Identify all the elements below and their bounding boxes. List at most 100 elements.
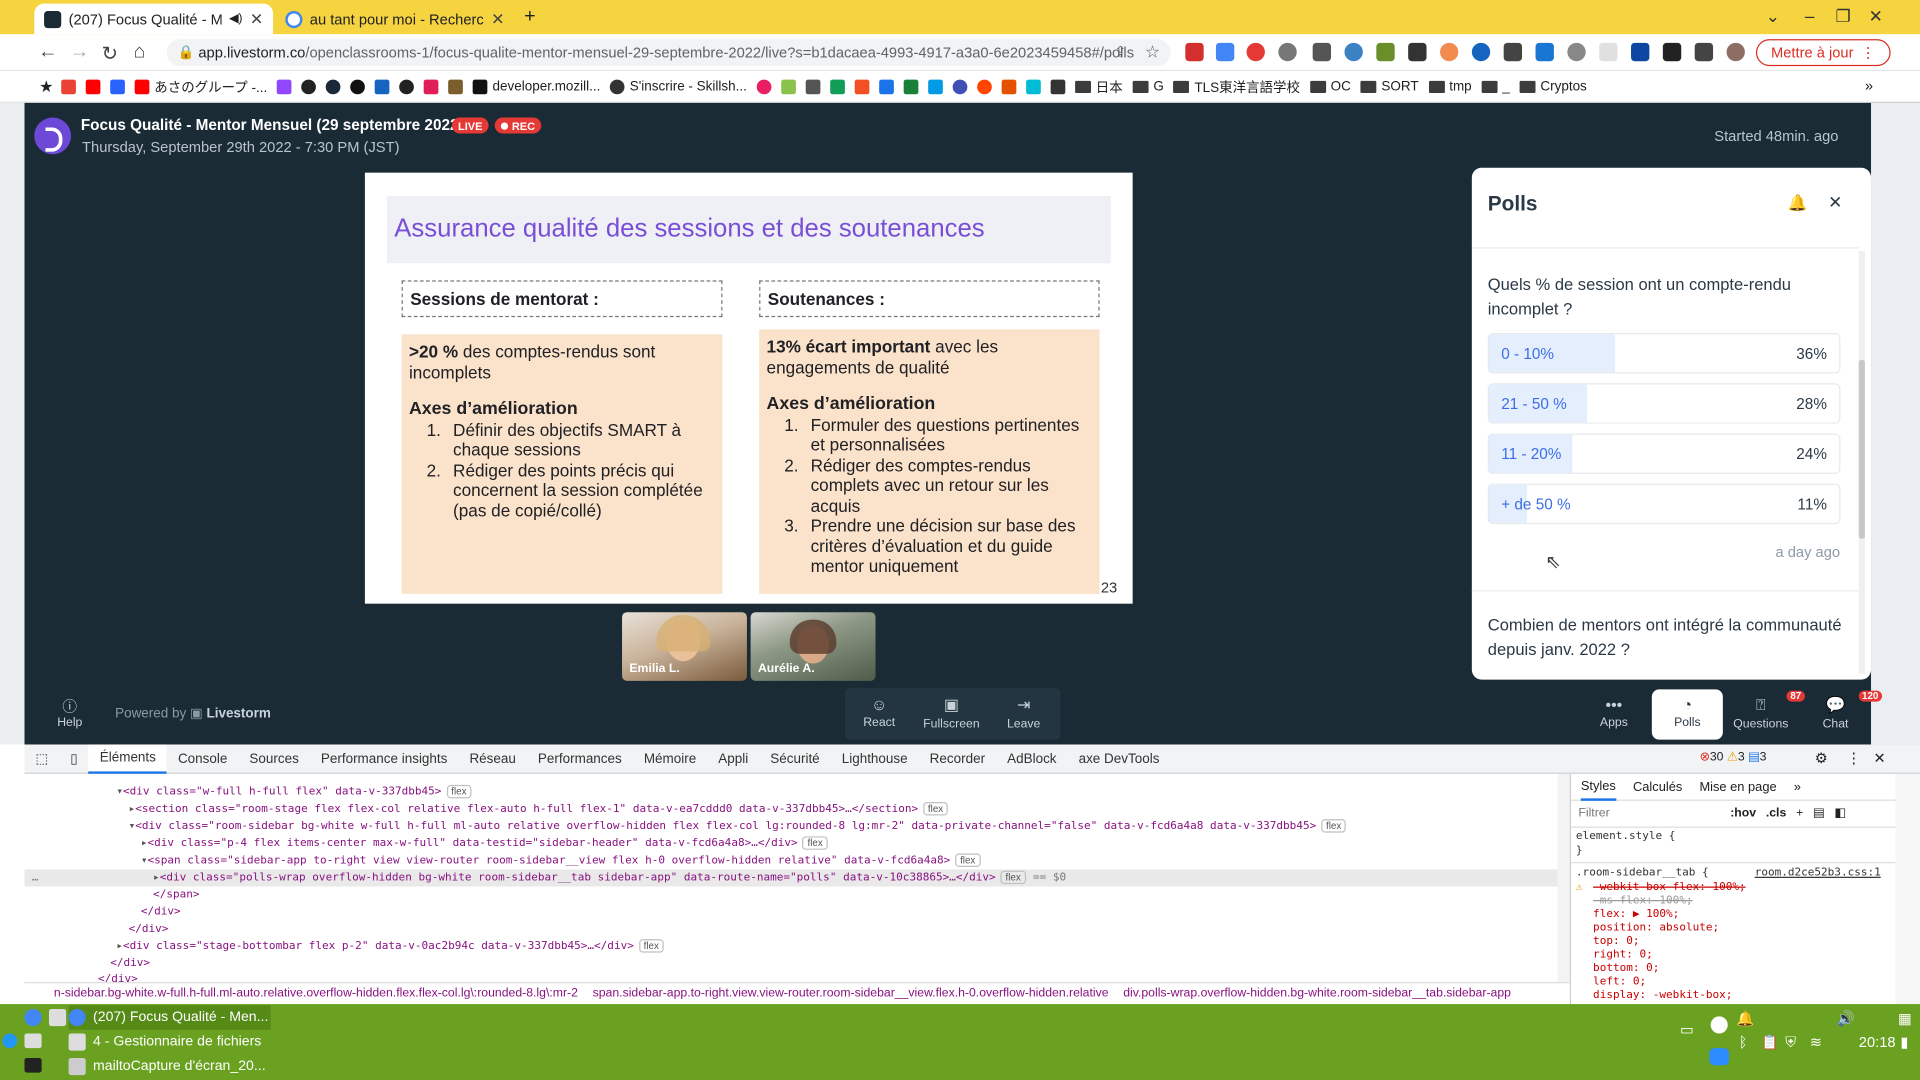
tab-close-icon[interactable]: ✕ [250,9,263,29]
tab-search-icon[interactable]: ⌄ [1766,6,1780,27]
questions-button[interactable]: ⍰ 87 Questions [1731,690,1805,731]
youtube-bookmark-icon[interactable] [85,78,101,94]
dom-node[interactable]: </span> [153,889,199,901]
styles-scrollbar[interactable] [1895,773,1920,1005]
browser-tab-livestorm[interactable]: (207) Focus Qualité - Mentor Mensuel ◀) … [34,3,274,35]
cls-toggle[interactable]: .cls [1766,807,1786,820]
dom-node[interactable]: ▸<div class="p-4 flex items-center max-w… [141,836,828,850]
home-icon[interactable]: ⌂ [133,42,145,64]
tab-performance-insights[interactable]: Performance insights [310,744,459,773]
close-window-icon[interactable]: ✕ [1869,6,1883,27]
tab-axe-devtools[interactable]: axe DevTools [1068,744,1171,773]
toggle-sidebar-icon[interactable]: ◧ [1834,807,1846,820]
bookmark-star-icon[interactable]: ☆ [1145,42,1160,63]
computed-sidebar-icon[interactable]: ▤ [1813,807,1825,820]
devtools-issue-counters[interactable]: ⊗30 ⚠3 ▤3 [1700,751,1767,764]
bookmark-icon[interactable] [110,78,125,94]
bookmark-icon[interactable] [1050,78,1066,94]
share-icon[interactable]: ⇪ [1114,43,1126,60]
inspect-icon[interactable]: ⬚ [24,744,59,773]
devtools-menu-icon[interactable]: ⋮ [1847,749,1862,766]
shield-icon[interactable]: ⛨ [1785,1033,1796,1051]
tab-security[interactable]: Sécurité [759,744,830,773]
more-tabs-icon[interactable]: » [1794,779,1801,794]
more-bookmarks-icon[interactable]: » [1865,77,1873,94]
gmail-bookmark-icon[interactable] [61,78,76,94]
rule-source-link[interactable]: room.d2ce52b3.css:1 [1755,867,1881,879]
bookmark-icon[interactable] [952,78,968,94]
extension-icon[interactable] [1408,42,1427,62]
extension-icon[interactable] [1278,42,1297,62]
poll-option[interactable]: 11 - 20% 24% [1487,433,1841,474]
bookmark-icon[interactable] [1001,78,1017,94]
poll-option[interactable]: + de 50 % 11% [1487,483,1841,525]
extension-icon[interactable] [1376,42,1395,62]
poll-option[interactable]: 0 - 10% 36% [1487,333,1841,374]
dom-node[interactable]: </div> [110,958,150,970]
extension-icon[interactable] [1471,42,1491,62]
extension-icon[interactable] [1440,42,1459,62]
settings-gear-icon[interactable]: ⚙ [1815,749,1828,766]
elements-tree[interactable]: … ▾<div class="w-full h-full flex" data-… [24,773,1558,983]
css-declaration[interactable]: display: -webkit-box; [1593,989,1732,1001]
rule-selector[interactable]: .room-sidebar__tab { [1576,867,1709,879]
bookmark-folder[interactable]: G [1132,79,1164,94]
tab-lighthouse[interactable]: Lighthouse [831,744,919,773]
tab-network[interactable]: Réseau [458,744,526,773]
bookmark-icon[interactable] [805,78,821,94]
tab-close-icon[interactable]: ✕ [491,9,504,29]
tab-recorder[interactable]: Recorder [919,744,996,773]
fullscreen-button[interactable]: ▣ Fullscreen [921,696,982,732]
terminal-launcher-icon[interactable] [24,1057,42,1073]
sidepanel-icon[interactable] [1694,42,1714,62]
bookmark-folder[interactable]: TLS東洋言語学校 [1173,77,1300,97]
device-toggle-icon[interactable]: ▯ [59,744,88,773]
bookmark-item[interactable]: S'inscrire - Skillsh... [610,78,747,94]
poll-option[interactable]: 21 - 50 % 28% [1487,383,1841,424]
taskbar-clock[interactable]: 20:18 [1859,1033,1896,1050]
bookmark-icon[interactable] [830,78,845,94]
css-declaration[interactable]: position: absolute; [1593,922,1719,934]
chrome-launcher-icon[interactable] [24,1008,42,1027]
opera-extension-icon[interactable] [1246,42,1265,62]
minimize-icon[interactable]: – [1805,6,1815,26]
close-icon[interactable]: ✕ [1828,192,1842,213]
bookmark-icon[interactable] [448,78,464,94]
extension-icon[interactable] [1567,42,1586,62]
bookmark-icon[interactable] [374,78,390,94]
breadcrumb[interactable]: n-sidebar.bg-white.w-full.h-full.ml-auto… [54,987,578,1000]
browser-tab-google[interactable]: au tant pour moi - Recherche Google ✕ [276,4,515,35]
css-declaration[interactable]: bottom: 0; [1593,962,1659,974]
tab-memory[interactable]: Mémoire [633,744,707,773]
twitch-bookmark-icon[interactable] [277,78,292,94]
dom-node[interactable]: ▾<div class="w-full h-full flex" data-v-… [116,784,472,799]
translate-extension-icon[interactable] [1215,42,1235,62]
taskbar-item[interactable]: mailtoCapture d'écran_20... [68,1054,266,1078]
polls-button[interactable]: ◔ Polls [1651,689,1723,740]
react-button[interactable]: ☺ React [849,696,910,730]
folder-launcher-icon[interactable] [24,1033,42,1049]
steam-bookmark-icon[interactable] [326,78,341,94]
battery-icon[interactable]: ▮ [1900,1033,1908,1050]
puzzle-icon[interactable] [1662,42,1682,62]
bookmark-folder[interactable]: SORT [1360,79,1419,94]
bookmark-folder[interactable]: Cryptos [1519,79,1587,94]
avatar[interactable] [1726,42,1745,62]
bookmark-icon[interactable] [399,78,415,94]
elements-scrollbar[interactable] [1557,773,1570,983]
breadcrumb[interactable]: div.polls-wrap.overflow-hidden.bg-white.… [1123,987,1511,1000]
element-style-rule[interactable]: element.style { [1576,830,1676,842]
tab-adblock[interactable]: AdBlock [996,744,1067,773]
slack-bookmark-icon[interactable] [423,78,439,94]
tab-layout[interactable]: Mise en page [1699,779,1776,794]
tab-performance[interactable]: Performances [527,744,633,773]
zoom-tray-icon[interactable] [1709,1048,1729,1066]
menu-launcher-icon[interactable] [2,1033,18,1049]
tab-computed[interactable]: Calculés [1633,779,1682,794]
apps-button[interactable]: ••• Apps [1584,696,1643,730]
tab-sources[interactable]: Sources [238,744,309,773]
tray-icon[interactable]: ▭ [1680,1021,1694,1038]
participant-video[interactable]: Aurélie A. [750,612,876,681]
tab-application[interactable]: Appli [707,744,759,773]
chat-button[interactable]: 💬 120 Chat [1806,690,1883,731]
